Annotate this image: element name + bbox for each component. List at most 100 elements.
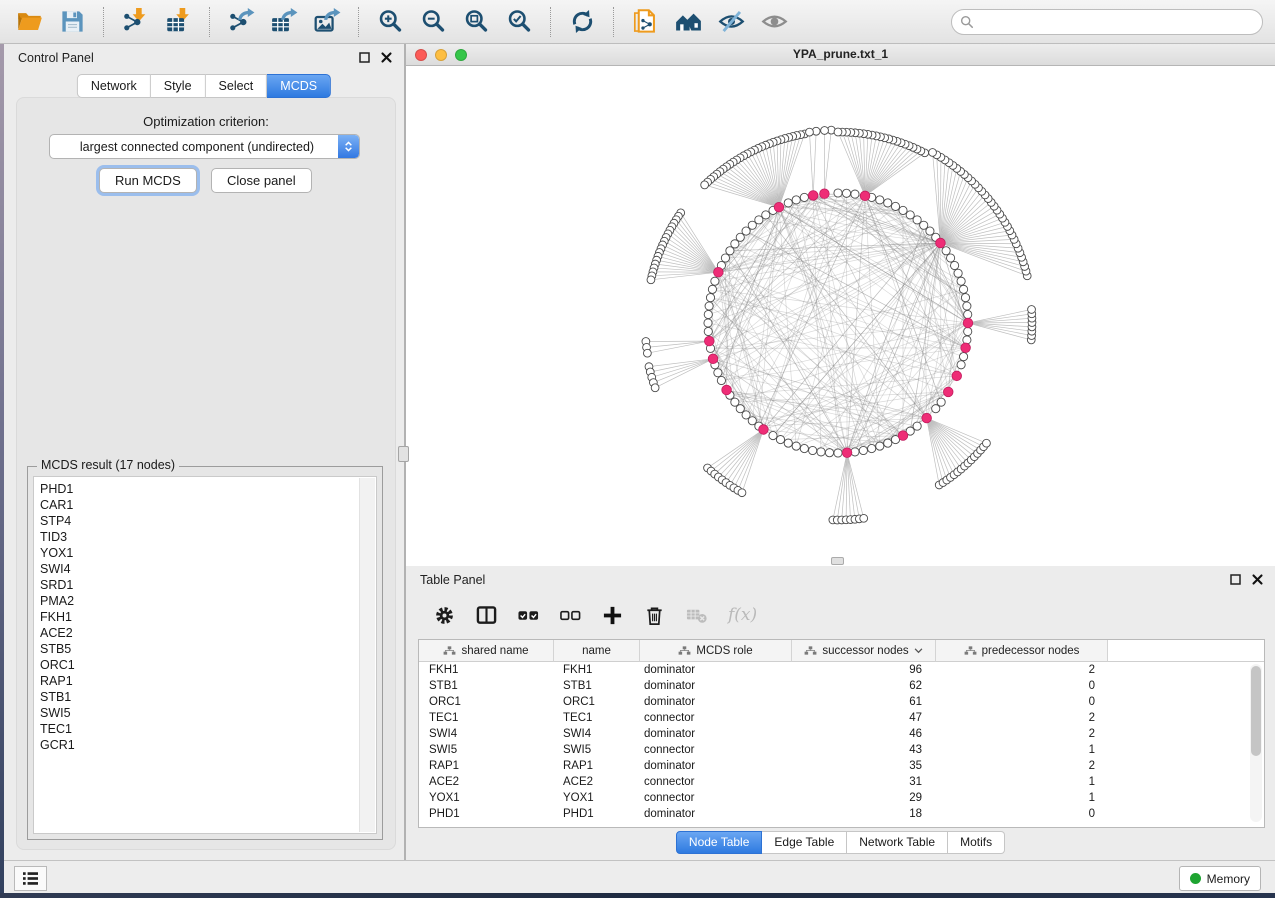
- tab-motifs[interactable]: Motifs: [948, 831, 1005, 854]
- table-scrollbar[interactable]: [1250, 664, 1262, 822]
- cell-successor-nodes[interactable]: 18: [789, 808, 932, 820]
- cell-predecessor-nodes[interactable]: 1: [932, 744, 1103, 756]
- mcds-result-item[interactable]: TID3: [40, 529, 376, 545]
- mcds-result-item[interactable]: YOX1: [40, 545, 376, 561]
- import-table-icon[interactable]: [160, 4, 197, 40]
- table-scrollbar-thumb[interactable]: [1251, 666, 1261, 756]
- unselect-all-columns-icon[interactable]: [560, 605, 581, 626]
- cell-predecessor-nodes[interactable]: 2: [932, 728, 1103, 740]
- cell-successor-nodes[interactable]: 96: [789, 664, 932, 676]
- cell-MCDS-role[interactable]: dominator: [638, 696, 789, 708]
- minimize-window-icon[interactable]: [435, 49, 447, 61]
- float-panel-icon[interactable]: [359, 52, 370, 63]
- column-header-successor-nodes[interactable]: successor nodes: [792, 640, 936, 662]
- cell-name[interactable]: TEC1: [553, 712, 638, 724]
- cell-name[interactable]: ORC1: [553, 696, 638, 708]
- cell-MCDS-role[interactable]: dominator: [638, 680, 789, 692]
- search-input[interactable]: [980, 14, 1254, 30]
- tab-mcds[interactable]: MCDS: [267, 74, 331, 98]
- create-column-plus-icon[interactable]: [602, 605, 623, 626]
- mcds-result-item[interactable]: TEC1: [40, 721, 376, 737]
- cell-successor-nodes[interactable]: 61: [789, 696, 932, 708]
- cell-MCDS-role[interactable]: connector: [638, 744, 789, 756]
- cell-MCDS-role[interactable]: connector: [638, 792, 789, 804]
- mcds-result-item[interactable]: SRD1: [40, 577, 376, 593]
- cell-predecessor-nodes[interactable]: 2: [932, 712, 1103, 724]
- cell-MCDS-role[interactable]: dominator: [638, 728, 789, 740]
- cell-shared-name[interactable]: RAP1: [419, 760, 553, 772]
- close-panel-icon[interactable]: [381, 52, 392, 63]
- search-box[interactable]: [951, 9, 1263, 35]
- mcds-result-item[interactable]: PHD1: [40, 481, 376, 497]
- cell-shared-name[interactable]: FKH1: [419, 664, 553, 676]
- column-header-name[interactable]: name: [554, 640, 640, 662]
- horizontal-splitter-grip[interactable]: [831, 557, 844, 565]
- cell-MCDS-role[interactable]: connector: [638, 712, 789, 724]
- cell-name[interactable]: FKH1: [553, 664, 638, 676]
- cell-name[interactable]: ACE2: [553, 776, 638, 788]
- first-neighbors-icon[interactable]: [670, 4, 707, 40]
- cell-successor-nodes[interactable]: 35: [789, 760, 932, 772]
- cell-name[interactable]: PHD1: [553, 808, 638, 820]
- cell-shared-name[interactable]: TEC1: [419, 712, 553, 724]
- cell-shared-name[interactable]: ORC1: [419, 696, 553, 708]
- cell-name[interactable]: STB1: [553, 680, 638, 692]
- vertical-splitter-grip[interactable]: [398, 446, 409, 462]
- network-canvas[interactable]: [406, 65, 1275, 566]
- memory-button[interactable]: Memory: [1179, 866, 1261, 891]
- cell-predecessor-nodes[interactable]: 0: [932, 808, 1103, 820]
- cell-shared-name[interactable]: SWI4: [419, 728, 553, 740]
- cell-name[interactable]: RAP1: [553, 760, 638, 772]
- mcds-result-item[interactable]: PMA2: [40, 593, 376, 609]
- close-panel-button[interactable]: Close panel: [211, 168, 312, 193]
- open-session-icon[interactable]: [11, 4, 48, 40]
- criterion-select[interactable]: largest connected component (undirected): [49, 134, 360, 159]
- apply-layout-icon[interactable]: [564, 4, 601, 40]
- cell-name[interactable]: YOX1: [553, 792, 638, 804]
- tab-style[interactable]: Style: [151, 74, 206, 98]
- export-image-icon[interactable]: [309, 4, 346, 40]
- cell-successor-nodes[interactable]: 29: [789, 792, 932, 804]
- cell-predecessor-nodes[interactable]: 0: [932, 680, 1103, 692]
- zoom-out-icon[interactable]: [415, 4, 452, 40]
- mcds-result-item[interactable]: SWI4: [40, 561, 376, 577]
- column-header-shared-name[interactable]: shared name: [419, 640, 554, 662]
- cell-shared-name[interactable]: PHD1: [419, 808, 553, 820]
- cell-shared-name[interactable]: ACE2: [419, 776, 553, 788]
- mcds-result-item[interactable]: CAR1: [40, 497, 376, 513]
- mcds-result-item[interactable]: ORC1: [40, 657, 376, 673]
- import-network-icon[interactable]: [117, 4, 154, 40]
- zoom-selected-icon[interactable]: [501, 4, 538, 40]
- float-panel-icon[interactable]: [1230, 574, 1241, 585]
- mcds-result-item[interactable]: STP4: [40, 513, 376, 529]
- mcds-result-item[interactable]: ACE2: [40, 625, 376, 641]
- cell-successor-nodes[interactable]: 46: [789, 728, 932, 740]
- tab-network[interactable]: Network: [77, 74, 151, 98]
- close-window-icon[interactable]: [415, 49, 427, 61]
- tab-select[interactable]: Select: [206, 74, 268, 98]
- cell-MCDS-role[interactable]: dominator: [638, 760, 789, 772]
- cell-shared-name[interactable]: YOX1: [419, 792, 553, 804]
- new-network-from-selection-icon[interactable]: [627, 4, 664, 40]
- cell-predecessor-nodes[interactable]: 2: [932, 760, 1103, 772]
- column-header-predecessor-nodes[interactable]: predecessor nodes: [936, 640, 1108, 662]
- select-all-columns-icon[interactable]: [518, 605, 539, 626]
- zoom-fit-icon[interactable]: [458, 4, 495, 40]
- mcds-result-item[interactable]: STB1: [40, 689, 376, 705]
- show-all-icon[interactable]: [756, 4, 793, 40]
- delete-column-trash-icon[interactable]: [644, 605, 665, 626]
- mcds-result-item[interactable]: SWI5: [40, 705, 376, 721]
- mcds-result-item[interactable]: STB5: [40, 641, 376, 657]
- run-mcds-button[interactable]: Run MCDS: [99, 168, 197, 193]
- close-panel-icon[interactable]: [1252, 574, 1263, 585]
- cell-predecessor-nodes[interactable]: 1: [932, 776, 1103, 788]
- show-columns-icon[interactable]: [476, 605, 497, 626]
- cell-successor-nodes[interactable]: 47: [789, 712, 932, 724]
- tab-node-table[interactable]: Node Table: [676, 831, 763, 854]
- table-settings-gear-icon[interactable]: [434, 605, 455, 626]
- cell-name[interactable]: SWI5: [553, 744, 638, 756]
- zoom-in-icon[interactable]: [372, 4, 409, 40]
- cell-MCDS-role[interactable]: connector: [638, 776, 789, 788]
- mcds-result-item[interactable]: GCR1: [40, 737, 376, 753]
- cell-MCDS-role[interactable]: dominator: [638, 808, 789, 820]
